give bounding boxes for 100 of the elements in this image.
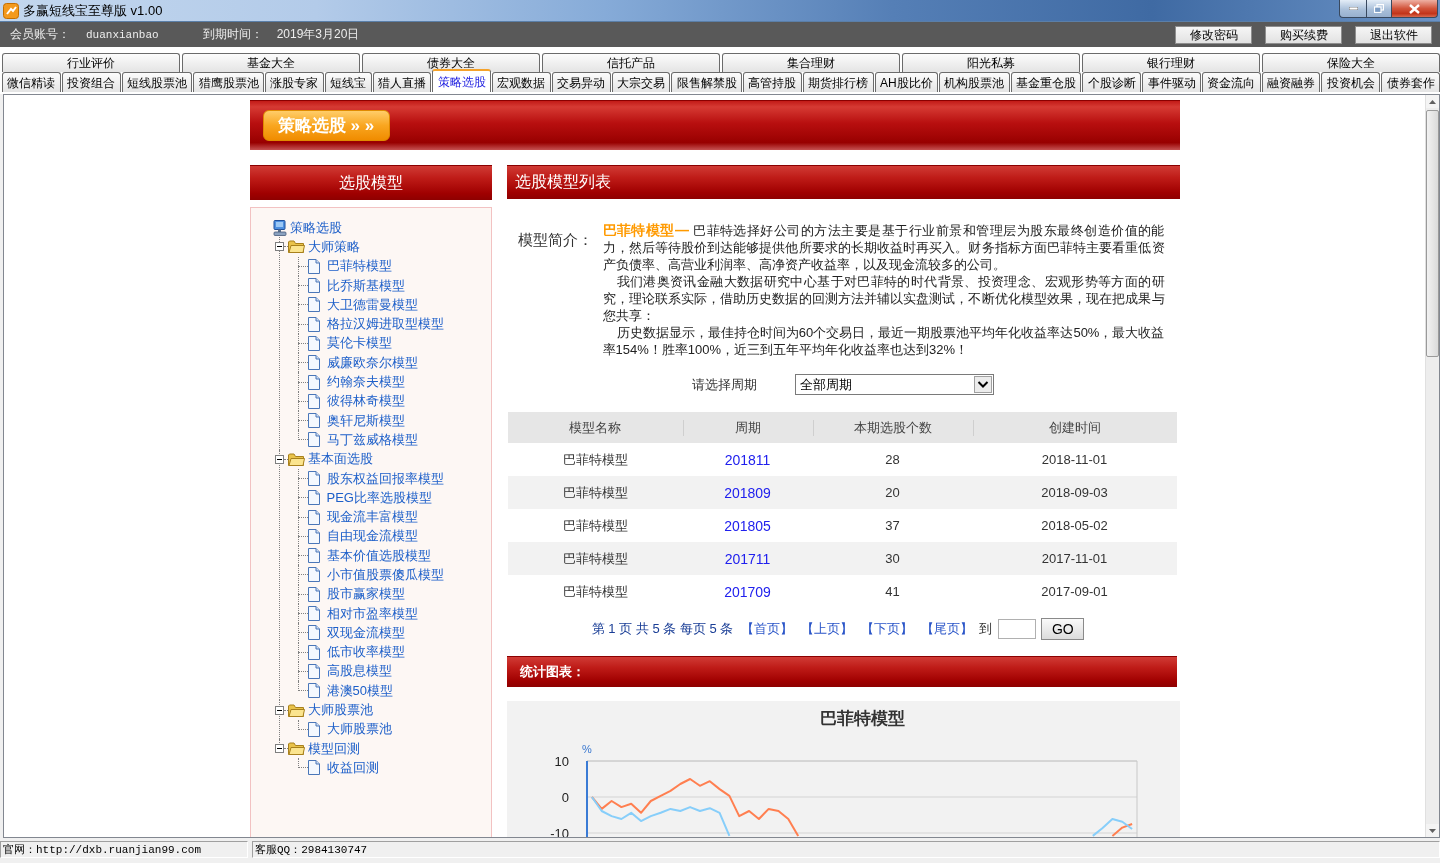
scroll-down-button[interactable]	[1426, 824, 1439, 837]
restore-button[interactable]	[1366, 0, 1392, 18]
tree-item[interactable]: 大师策略	[307, 237, 360, 256]
tree-item[interactable]: 港澳50模型	[326, 681, 393, 700]
tree-item[interactable]: 股市赢家模型	[326, 585, 405, 604]
tree-item[interactable]: 比乔斯基模型	[326, 276, 405, 295]
tree-item[interactable]: 自由现金流模型	[326, 527, 418, 546]
tree-item[interactable]: 策略选股	[289, 218, 342, 237]
tab[interactable]: 基金大全	[182, 53, 360, 72]
vertical-scrollbar[interactable]	[1425, 95, 1439, 837]
minimize-button[interactable]	[1339, 0, 1366, 18]
tree-item[interactable]: 奥轩尼斯模型	[326, 411, 405, 430]
tree-item[interactable]: 相对市盈率模型	[326, 604, 418, 623]
tab[interactable]: 投资机会	[1321, 72, 1381, 92]
expiry-label: 到期时间：	[202, 26, 263, 43]
tab[interactable]: 投资组合	[61, 72, 121, 92]
tree-item[interactable]: 格拉汉姆进取型模型	[326, 315, 444, 334]
change-password-button[interactable]: 修改密码	[1175, 25, 1252, 44]
tab[interactable]: 策略选股	[432, 69, 491, 92]
tree-item[interactable]: PEG比率选股模型	[326, 488, 432, 507]
tab[interactable]: 涨股专家	[265, 72, 324, 92]
collapse-icon[interactable]	[274, 744, 284, 754]
scrollbar-thumb[interactable]	[1426, 110, 1439, 357]
period-link[interactable]: 201811	[724, 451, 771, 468]
collapse-icon[interactable]	[274, 454, 284, 464]
tab[interactable]: 交易异动	[551, 72, 611, 92]
tab[interactable]: 期货排行榜	[802, 72, 874, 92]
page-icon	[307, 663, 320, 679]
tab[interactable]: 宏观数据	[492, 72, 551, 92]
period-link[interactable]: 201711	[724, 550, 771, 567]
go-button[interactable]: GO	[1041, 618, 1085, 640]
tab[interactable]: 高管持股	[743, 72, 802, 92]
exit-button[interactable]: 退出软件	[1355, 25, 1432, 44]
filter-label: 请选择周期	[692, 375, 757, 394]
tree-item[interactable]: 现金流丰富模型	[326, 508, 418, 527]
table-cell: 巴菲特模型	[507, 476, 683, 509]
tab[interactable]: 事件驱动	[1142, 72, 1201, 92]
page-link[interactable]: 【上页】	[801, 620, 854, 638]
page-summary: 第 1 页 共 5 条 每页 5 条	[591, 620, 734, 638]
tree-item[interactable]: 基本价值选股模型	[326, 546, 431, 565]
tree-item[interactable]: 大卫德雷曼模型	[326, 295, 418, 314]
tab[interactable]: 资金流向	[1201, 72, 1261, 92]
tab[interactable]: 猎人直播	[372, 72, 432, 92]
collapse-icon[interactable]	[274, 242, 284, 252]
tree-item[interactable]: 彼得林奇模型	[326, 392, 405, 411]
tab[interactable]: 机构股票池	[938, 72, 1010, 92]
tree-item[interactable]: 高股息模型	[326, 662, 392, 681]
tab[interactable]: 债券大全	[362, 53, 540, 72]
tab[interactable]: 个股诊断	[1082, 72, 1142, 92]
scroll-up-button[interactable]	[1426, 95, 1439, 108]
table-cell: 巴菲特模型	[507, 575, 683, 608]
period-link[interactable]: 201805	[724, 517, 771, 534]
tab[interactable]: 短线股票池	[121, 72, 193, 92]
renew-button[interactable]: 购买续费	[1265, 25, 1342, 44]
tab[interactable]: 集合理财	[722, 53, 900, 72]
tab[interactable]: 债券套作	[1381, 72, 1440, 92]
page-icon	[307, 278, 320, 294]
tab[interactable]: 基金重仓股	[1010, 72, 1082, 92]
tree-item[interactable]: 股东权益回报率模型	[326, 469, 444, 488]
page-input[interactable]	[998, 619, 1037, 639]
tree-item[interactable]: 模型回测	[307, 739, 360, 758]
chart-title: 巴菲特模型	[819, 709, 904, 728]
period-link[interactable]: 201809	[724, 484, 771, 501]
tab[interactable]: 行业评价	[2, 53, 180, 72]
page-icon	[307, 316, 320, 332]
tree-item[interactable]: 基本面选股	[307, 450, 373, 469]
tree-item[interactable]: 莫伦卡模型	[326, 334, 392, 353]
tab[interactable]: 信托产品	[542, 53, 720, 72]
tab[interactable]: 大宗交易	[611, 72, 671, 92]
period-select[interactable]: 全部周期	[795, 374, 994, 395]
tab[interactable]: 微信精读	[2, 72, 61, 92]
tab[interactable]: 阳光私募	[902, 53, 1080, 72]
tree-item[interactable]: 巴菲特模型	[326, 257, 392, 276]
tree-item[interactable]: 大师股票池	[307, 701, 373, 720]
tree-item[interactable]: 双现金流模型	[326, 623, 405, 642]
tree-item[interactable]: 收益回测	[326, 758, 379, 777]
table-cell: 巴菲特模型	[507, 542, 683, 575]
period-link[interactable]: 201709	[724, 583, 771, 600]
page-link[interactable]: 【首页】	[741, 620, 794, 638]
page-icon	[307, 721, 320, 737]
page-icon	[307, 432, 320, 448]
collapse-icon[interactable]	[274, 705, 284, 715]
page-icon	[307, 393, 320, 409]
tab[interactable]: 限售解禁股	[671, 72, 742, 92]
tab[interactable]: 保险大全	[1262, 53, 1440, 72]
tab[interactable]: AH股比价	[874, 72, 938, 92]
tree-item[interactable]: 低市收率模型	[326, 643, 405, 662]
tree-item[interactable]: 大师股票池	[326, 720, 392, 739]
tree-item[interactable]: 约翰奈夫模型	[326, 373, 405, 391]
tree-item[interactable]: 马丁兹威格模型	[326, 430, 418, 449]
page-link[interactable]: 【尾页】	[921, 620, 974, 638]
tab[interactable]: 短线宝	[324, 72, 372, 92]
page-link[interactable]: 【下页】	[861, 620, 914, 638]
tab[interactable]: 猎鹰股票池	[193, 72, 264, 92]
tree-item[interactable]: 威廉欧奈尔模型	[326, 353, 418, 372]
tree-item[interactable]: 小市值股票傻瓜模型	[326, 566, 444, 584]
tab[interactable]: 融资融券	[1261, 72, 1321, 92]
close-button[interactable]	[1392, 0, 1438, 18]
tab[interactable]: 银行理财	[1082, 53, 1260, 72]
page-icon	[307, 683, 320, 699]
